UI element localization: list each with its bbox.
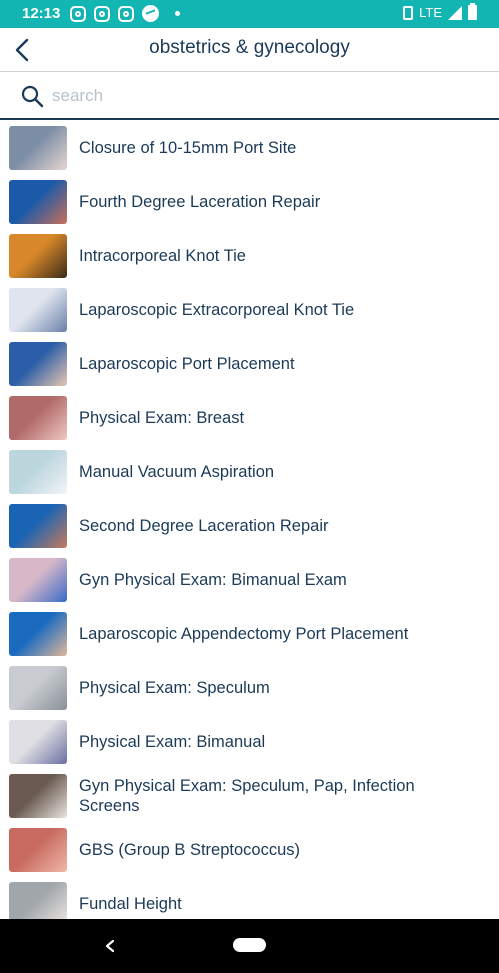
procedure-label: Second Degree Laceration Repair bbox=[79, 517, 329, 535]
procedure-label: Manual Vacuum Aspiration bbox=[79, 463, 275, 481]
procedure-thumbnail bbox=[9, 288, 67, 332]
procedure-thumbnail bbox=[9, 342, 67, 386]
procedure-thumbnail bbox=[9, 612, 67, 656]
procedure-thumbnail bbox=[9, 666, 67, 710]
instagram-icon bbox=[94, 5, 110, 22]
procedure-label: GBS (Group B Streptococcus) bbox=[79, 841, 301, 859]
list-item[interactable]: GBS (Group B Streptococcus) bbox=[0, 823, 499, 877]
list-item[interactable]: Laparoscopic Port Placement bbox=[0, 337, 499, 391]
procedure-label: Fourth Degree Laceration Repair bbox=[79, 193, 321, 211]
procedure-thumbnail bbox=[9, 504, 67, 548]
procedure-thumbnail bbox=[9, 396, 67, 440]
procedure-label: Laparoscopic Port Placement bbox=[79, 355, 295, 373]
procedure-list: Closure of 10-15mm Port Site Fourth Degre… bbox=[0, 121, 499, 919]
procedure-thumbnail bbox=[9, 234, 67, 278]
triangle-back-icon[interactable] bbox=[103, 937, 117, 955]
search-bar bbox=[0, 73, 499, 120]
procedure-label: Physical Exam: Bimanual bbox=[79, 733, 266, 751]
vibrate-icon bbox=[403, 5, 414, 20]
system-status-icons: LTE bbox=[403, 3, 477, 20]
signal-icon bbox=[448, 5, 462, 20]
list-item[interactable]: Intracorporeal Knot Tie bbox=[0, 229, 499, 283]
list-item[interactable]: Fourth Degree Laceration Repair bbox=[0, 175, 499, 229]
status-time: 12:13 bbox=[22, 5, 61, 22]
search-input[interactable] bbox=[52, 83, 472, 109]
network-type: LTE bbox=[419, 5, 442, 20]
messenger-icon bbox=[142, 5, 159, 22]
procedure-label: Laparoscopic Extracorporeal Knot Tie bbox=[79, 301, 355, 319]
list-item[interactable]: Laparoscopic Extracorporeal Knot Tie bbox=[0, 283, 499, 337]
instagram-icon bbox=[118, 5, 134, 22]
app-header: obstetrics & gynecology bbox=[0, 28, 499, 72]
notification-icons bbox=[70, 5, 180, 22]
home-pill-icon[interactable] bbox=[233, 938, 266, 952]
search-icon bbox=[21, 85, 44, 108]
procedure-thumbnail bbox=[9, 126, 67, 170]
list-item[interactable]: Physical Exam: Bimanual bbox=[0, 715, 499, 769]
list-item[interactable]: Gyn Physical Exam: Speculum, Pap, Infect… bbox=[0, 769, 499, 823]
procedure-thumbnail bbox=[9, 720, 67, 764]
procedure-thumbnail bbox=[9, 774, 67, 818]
procedure-label: Physical Exam: Breast bbox=[79, 409, 245, 427]
navigation-bar bbox=[0, 919, 499, 973]
list-item[interactable]: Laparoscopic Appendectomy Port Placement bbox=[0, 607, 499, 661]
procedure-label: Physical Exam: Speculum bbox=[79, 679, 270, 697]
procedure-label: Gyn Physical Exam: Bimanual Exam bbox=[79, 571, 347, 589]
list-item[interactable]: Manual Vacuum Aspiration bbox=[0, 445, 499, 499]
instagram-icon bbox=[70, 5, 86, 22]
status-bar: 12:13 LTE bbox=[0, 0, 499, 28]
procedure-label: Laparoscopic Appendectomy Port Placement bbox=[79, 625, 409, 643]
more-notifications-dot-icon bbox=[175, 11, 180, 16]
list-item[interactable]: Second Degree Laceration Repair bbox=[0, 499, 499, 553]
procedure-thumbnail bbox=[9, 180, 67, 224]
list-item[interactable]: Fundal Height bbox=[0, 877, 499, 919]
procedure-label: Intracorporeal Knot Tie bbox=[79, 247, 246, 265]
procedure-label: Fundal Height bbox=[79, 895, 182, 913]
list-item[interactable]: Physical Exam: Breast bbox=[0, 391, 499, 445]
procedure-thumbnail bbox=[9, 882, 67, 919]
list-item[interactable]: Gyn Physical Exam: Bimanual Exam bbox=[0, 553, 499, 607]
procedure-thumbnail bbox=[9, 558, 67, 602]
procedure-thumbnail bbox=[9, 450, 67, 494]
page-title: obstetrics & gynecology bbox=[149, 37, 350, 58]
list-item[interactable]: Physical Exam: Speculum bbox=[0, 661, 499, 715]
procedure-thumbnail bbox=[9, 828, 67, 872]
procedure-label: Gyn Physical Exam: Speculum, Pap, Infect… bbox=[79, 777, 415, 815]
battery-icon bbox=[468, 3, 477, 20]
list-item[interactable]: Closure of 10-15mm Port Site bbox=[0, 121, 499, 175]
procedure-label: Closure of 10-15mm Port Site bbox=[79, 139, 297, 157]
